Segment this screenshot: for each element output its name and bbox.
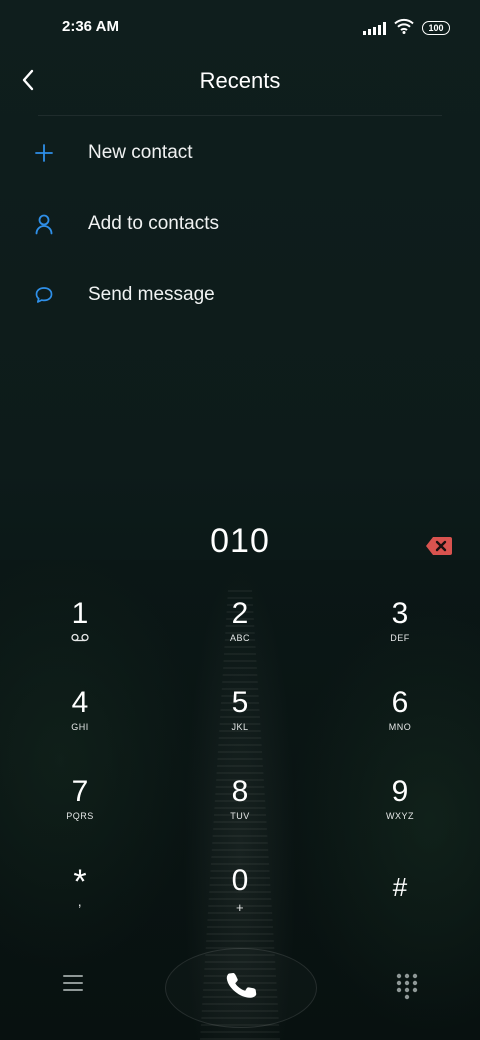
dialpad-icon (394, 973, 420, 1006)
dialer-screen: 2:36 AM 100 Recents New contact Add to c… (0, 0, 480, 1040)
signal-icon (363, 21, 386, 35)
hamburger-menu-icon (60, 975, 86, 998)
key-digit: 8 (231, 775, 249, 808)
key-letters: JKL (231, 722, 249, 732)
person-icon (33, 213, 55, 235)
key-digit: 7 (71, 775, 89, 808)
key-digit: 5 (231, 686, 249, 719)
phone-icon (224, 969, 258, 1008)
key-letters: GHI (71, 722, 89, 732)
status-bar: 2:36 AM 100 (0, 0, 480, 56)
page-title: Recents (199, 68, 281, 93)
key-letters: WXYZ (386, 811, 414, 821)
key-letters: ABC (229, 633, 250, 643)
plus-icon (33, 142, 55, 164)
status-time: 2:36 AM (62, 18, 119, 35)
call-button[interactable] (165, 948, 317, 1028)
header: Recents (0, 56, 480, 116)
menu-button[interactable] (60, 972, 86, 998)
key-star[interactable]: * , (0, 857, 160, 946)
key-4[interactable]: 4 GHI (0, 679, 160, 768)
add-to-contacts-label: Add to contacts (88, 212, 219, 234)
action-list: New contact Add to contacts Send message (0, 117, 480, 330)
dialed-number: 010 (210, 522, 270, 560)
key-letters: PQRS (66, 811, 94, 821)
key-digit: 1 (71, 597, 89, 630)
key-hash[interactable]: # (320, 857, 480, 946)
key-2[interactable]: 2 ABC (160, 590, 320, 679)
key-9[interactable]: 9 WXYZ (320, 768, 480, 857)
send-message-action[interactable]: Send message (0, 259, 480, 330)
new-contact-label: New contact (88, 141, 193, 163)
key-digit: 4 (71, 686, 89, 719)
key-letters: DEF (390, 633, 410, 643)
key-letters: , (77, 893, 83, 909)
bottom-bar (0, 940, 480, 1040)
key-letters: TUV (230, 811, 250, 821)
message-bubble-icon (33, 284, 55, 306)
status-icons: 100 (363, 18, 450, 38)
wifi-icon (394, 18, 414, 39)
key-8[interactable]: 8 TUV (160, 768, 320, 857)
key-7[interactable]: 7 PQRS (0, 768, 160, 857)
key-digit: 2 (231, 597, 249, 630)
key-letters: MNO (388, 722, 412, 732)
header-divider (38, 115, 442, 116)
keypad: 1 2 ABC 3 DEF 4 GHI 5 JKL 6 MNO 7 PQRS 8… (0, 590, 480, 946)
dialpad-button[interactable] (394, 972, 420, 1002)
key-1[interactable]: 1 (0, 590, 160, 679)
backspace-icon (424, 537, 454, 561)
battery-icon: 100 (422, 21, 450, 35)
backspace-button[interactable] (424, 535, 454, 557)
new-contact-action[interactable]: New contact (0, 117, 480, 188)
key-digit: 9 (391, 775, 409, 808)
key-0[interactable]: 0 + (160, 857, 320, 946)
add-to-contacts-action[interactable]: Add to contacts (0, 188, 480, 259)
key-6[interactable]: 6 MNO (320, 679, 480, 768)
key-5[interactable]: 5 JKL (160, 679, 320, 768)
key-digit: 0 (231, 864, 249, 897)
send-message-label: Send message (88, 283, 215, 305)
key-digit: # (392, 872, 408, 902)
voicemail-icon (71, 633, 89, 645)
key-digit: 3 (391, 597, 409, 630)
key-letters: + (235, 900, 245, 915)
key-3[interactable]: 3 DEF (320, 590, 480, 679)
key-digit: 6 (391, 686, 409, 719)
